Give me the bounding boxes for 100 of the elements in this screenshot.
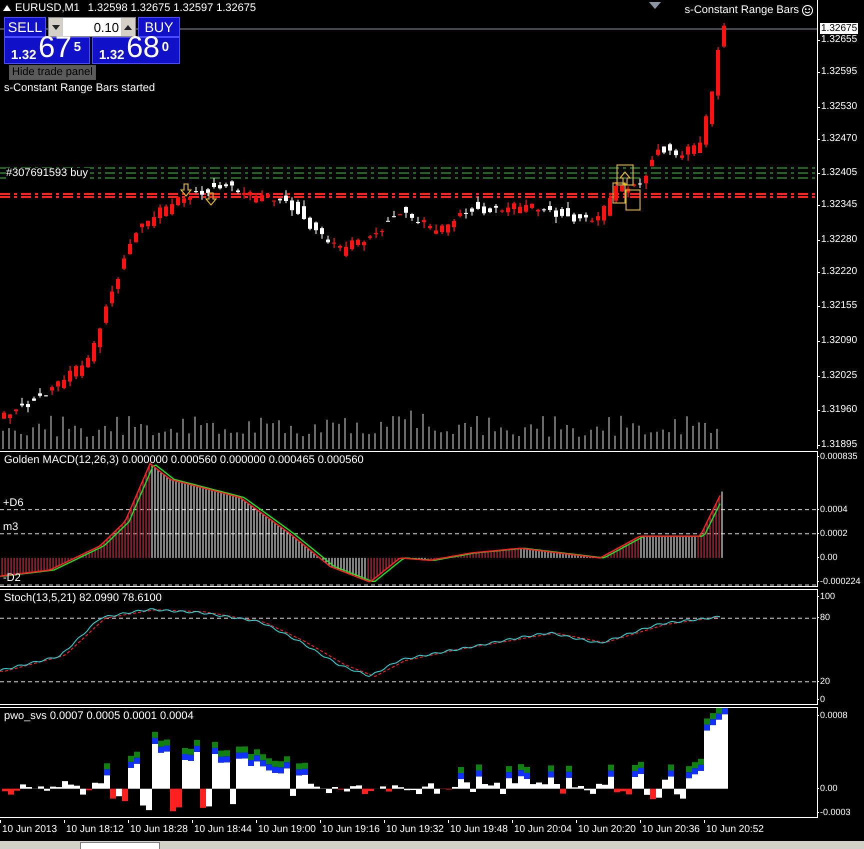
- candlestick: [494, 204, 498, 214]
- candlestick: [482, 202, 486, 216]
- candlestick: [422, 216, 426, 229]
- axis-label: 0: [820, 693, 826, 705]
- sell-button[interactable]: SELL: [4, 17, 46, 37]
- candlestick: [530, 203, 534, 210]
- decrease-icon[interactable]: [52, 24, 60, 30]
- candlestick: [182, 196, 186, 208]
- candlestick: [716, 46, 720, 100]
- collapse-icon[interactable]: [3, 5, 11, 11]
- chart-tab[interactable]: [80, 842, 160, 849]
- candlestick: [44, 394, 48, 397]
- candlestick: [68, 365, 72, 387]
- candlestick: [74, 364, 78, 380]
- time-axis-label: 10 Jun 19:16: [320, 820, 382, 835]
- candlestick: [596, 211, 600, 226]
- trade-arrow-icon: [204, 192, 218, 206]
- time-axis-label: 10 Jun 20:36: [640, 820, 702, 835]
- chart-shift-icon[interactable]: [649, 2, 661, 10]
- candlestick: [332, 238, 336, 249]
- candlestick: [134, 231, 138, 243]
- price-axis-label: 1.31895: [821, 438, 858, 451]
- candlestick: [260, 190, 264, 202]
- candlestick: [566, 201, 570, 217]
- candlestick: [98, 327, 102, 354]
- candlestick: [104, 304, 108, 326]
- candlestick: [518, 202, 522, 214]
- time-axis-label: 10 Jun 18:44: [192, 820, 254, 835]
- axis-label: 100: [820, 590, 836, 602]
- candlestick: [224, 182, 228, 189]
- candlestick: [650, 156, 654, 167]
- candlestick: [158, 204, 162, 224]
- axis-label: 0.00: [820, 782, 838, 794]
- candlestick: [638, 178, 642, 188]
- candlestick: [608, 192, 612, 217]
- candlestick: [176, 196, 180, 207]
- time-axis-label: 10 Jun 20:52: [704, 820, 766, 835]
- candlestick: [350, 236, 354, 252]
- candlestick: [8, 413, 12, 424]
- candlestick: [506, 202, 510, 216]
- price-axis-label: 1.32470: [821, 132, 858, 145]
- candlestick: [710, 90, 714, 128]
- candlestick: [152, 210, 156, 229]
- price-axis-label: 1.32155: [821, 300, 858, 312]
- candlestick: [704, 114, 708, 148]
- candlestick: [410, 212, 414, 222]
- candlestick: [116, 276, 120, 294]
- candlestick: [2, 410, 6, 420]
- candlestick: [656, 143, 660, 157]
- candlestick: [50, 384, 54, 396]
- lot-size-spinner[interactable]: 0.10: [48, 17, 136, 37]
- candlestick: [512, 201, 516, 216]
- candlestick: [236, 188, 240, 194]
- candlestick: [404, 206, 408, 218]
- candlestick: [572, 212, 576, 224]
- ohlc-quotes: 1.32598 1.32675 1.32597 1.32675: [88, 2, 256, 14]
- candlestick: [194, 186, 198, 194]
- candlestick: [416, 216, 420, 225]
- level-label: +D6: [3, 498, 24, 509]
- indicator-title: Golden MACD(12,26,3) 0.000000 0.000560 0.000000 0.000465 0.000560: [4, 454, 364, 466]
- candlestick: [590, 217, 594, 224]
- candlestick: [614, 182, 618, 204]
- candlestick: [272, 200, 276, 207]
- candlestick: [620, 184, 624, 193]
- candlestick: [164, 204, 168, 218]
- candlestick: [542, 208, 546, 213]
- candlestick: [488, 206, 492, 214]
- increase-icon[interactable]: [124, 24, 132, 30]
- candlestick: [338, 244, 342, 252]
- candlestick: [548, 200, 552, 213]
- candlestick: [440, 224, 444, 234]
- candlestick: [692, 142, 696, 156]
- price-axis-label: 1.32345: [821, 199, 858, 212]
- candlestick: [200, 186, 204, 200]
- price-axis-label: 1.32595: [821, 66, 858, 78]
- candlestick: [302, 200, 306, 220]
- candlestick: [14, 408, 18, 415]
- candlestick: [602, 204, 606, 225]
- time-axis-label: 10 Jun 18:12: [64, 820, 126, 835]
- candlestick: [476, 196, 480, 210]
- trade-marker-frame: [612, 182, 626, 204]
- smiley-icon[interactable]: [802, 4, 813, 16]
- time-axis-label: 10 Jun 19:48: [448, 820, 510, 835]
- level-label: m3: [3, 522, 18, 533]
- buy-button[interactable]: BUY: [138, 17, 180, 37]
- candlestick: [632, 183, 636, 188]
- candlestick: [32, 396, 36, 402]
- candlestick: [230, 180, 234, 192]
- candlestick: [344, 241, 348, 258]
- candlestick: [326, 235, 330, 244]
- price-axis-label: 1.32025: [821, 370, 858, 382]
- axis-label: -0.0003: [820, 806, 851, 818]
- candlestick: [398, 213, 402, 216]
- candlestick: [20, 397, 24, 408]
- candlestick: [26, 400, 30, 413]
- candlestick: [308, 216, 312, 231]
- time-axis-label: 10 Jun 19:00: [256, 820, 318, 835]
- candlestick: [686, 144, 690, 162]
- candlestick: [644, 174, 648, 190]
- candlestick: [284, 190, 288, 204]
